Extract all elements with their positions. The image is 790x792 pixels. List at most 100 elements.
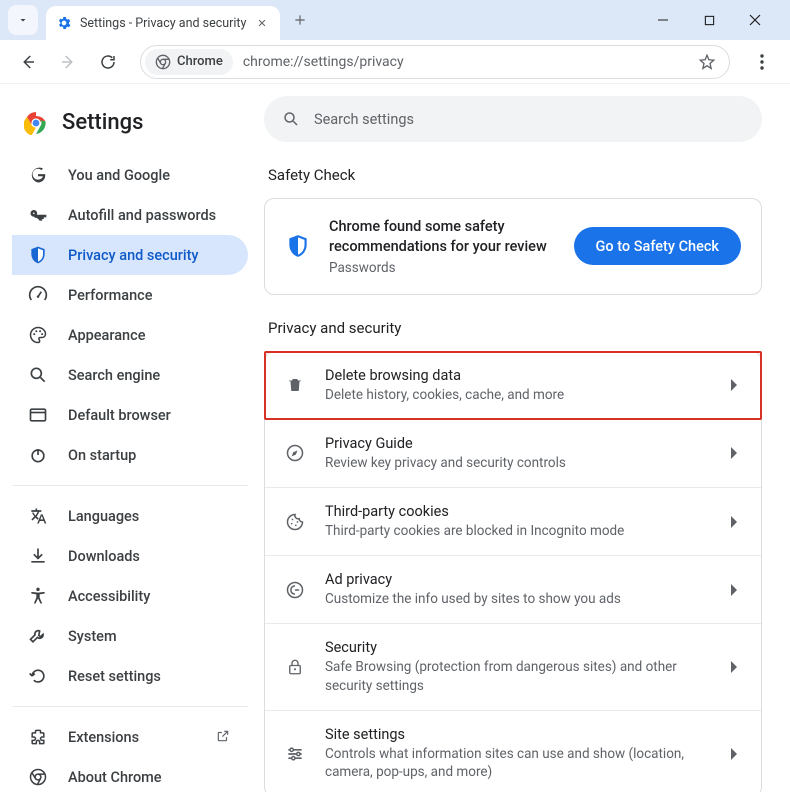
sidebar-item-you-and-google[interactable]: You and Google	[12, 155, 248, 195]
search-input[interactable]	[314, 111, 744, 128]
chrome-logo-icon	[24, 111, 48, 135]
sidebar-item-default-browser[interactable]: Default browser	[12, 395, 248, 435]
lock-icon	[285, 657, 305, 677]
maximize-icon	[704, 15, 715, 26]
setting-sub: Third-party cookies are blocked in Incog…	[325, 522, 709, 540]
sidebar-item-about-chrome[interactable]: About Chrome	[12, 757, 248, 792]
setting-sub: Safe Browsing (protection from dangerous…	[325, 658, 709, 694]
privacy-settings-list: Delete browsing data Delete history, coo…	[264, 351, 762, 792]
sidebar-item-extensions[interactable]: Extensions	[12, 717, 248, 757]
download-icon	[28, 546, 48, 566]
translate-icon	[28, 506, 48, 526]
sidebar-item-autofill[interactable]: Autofill and passwords	[12, 195, 248, 235]
arrow-right-icon	[59, 53, 77, 71]
chevron-down-icon	[17, 14, 29, 26]
chrome-icon	[28, 767, 48, 787]
setting-security[interactable]: Security Safe Browsing (protection from …	[265, 623, 761, 709]
sidebar-item-search-engine[interactable]: Search engine	[12, 355, 248, 395]
sidebar-item-label: Privacy and security	[68, 247, 199, 264]
sidebar-item-label: Performance	[68, 287, 153, 304]
browser-tab[interactable]: Settings - Privacy and security	[46, 6, 280, 40]
reload-icon	[99, 53, 117, 71]
cookie-icon	[285, 512, 305, 532]
tab-search-button[interactable]	[8, 5, 38, 35]
chevron-right-icon	[729, 379, 741, 391]
google-g-icon	[28, 165, 48, 185]
settings-search[interactable]	[264, 96, 762, 142]
chevron-right-icon	[729, 516, 741, 528]
sidebar-item-label: Search engine	[68, 367, 160, 384]
sidebar-item-label: System	[68, 628, 117, 645]
sidebar-item-label: Reset settings	[68, 668, 161, 685]
reload-button[interactable]	[92, 46, 124, 78]
window-controls	[648, 5, 782, 35]
sidebar-item-appearance[interactable]: Appearance	[12, 315, 248, 355]
chrome-chip: Chrome	[145, 49, 233, 75]
url-text: chrome://settings/privacy	[243, 54, 404, 70]
address-bar[interactable]: Chrome chrome://settings/privacy	[140, 45, 730, 79]
sidebar-item-label: Default browser	[68, 407, 171, 424]
safety-check-heading: Safety Check	[268, 166, 774, 184]
palette-icon	[28, 325, 48, 345]
plus-icon	[293, 13, 307, 27]
setting-title: Site settings	[325, 726, 709, 743]
browser-toolbar: Chrome chrome://settings/privacy	[0, 40, 790, 84]
sidebar-item-system[interactable]: System	[12, 616, 248, 656]
go-to-safety-check-button[interactable]: Go to Safety Check	[574, 227, 741, 265]
new-tab-button[interactable]	[286, 6, 314, 34]
star-icon	[698, 53, 716, 71]
sidebar-item-accessibility[interactable]: Accessibility	[12, 576, 248, 616]
close-icon	[257, 18, 267, 28]
sidebar-item-privacy-security[interactable]: Privacy and security	[12, 235, 248, 275]
speedometer-icon	[28, 285, 48, 305]
close-icon	[749, 14, 761, 26]
setting-title: Security	[325, 639, 709, 656]
arrow-left-icon	[19, 53, 37, 71]
setting-title: Third-party cookies	[325, 503, 709, 520]
setting-title: Privacy Guide	[325, 435, 709, 452]
chevron-right-icon	[729, 661, 741, 673]
sidebar-item-downloads[interactable]: Downloads	[12, 536, 248, 576]
sidebar-item-languages[interactable]: Languages	[12, 496, 248, 536]
settings-sidebar: Settings You and Google Autofill and pas…	[0, 84, 248, 792]
bookmark-button[interactable]	[693, 48, 721, 76]
sidebar-header: Settings	[12, 96, 248, 155]
forward-button[interactable]	[52, 46, 84, 78]
search-icon	[28, 365, 48, 385]
sidebar-item-reset[interactable]: Reset settings	[12, 656, 248, 696]
tab-title: Settings - Privacy and security	[80, 16, 246, 31]
sidebar-item-label: Downloads	[68, 548, 140, 565]
accessibility-icon	[28, 586, 48, 606]
kebab-icon	[760, 54, 764, 70]
power-icon	[28, 445, 48, 465]
shield-icon	[285, 233, 311, 259]
back-button[interactable]	[12, 46, 44, 78]
key-icon	[28, 205, 48, 225]
sidebar-item-label: On startup	[68, 447, 136, 464]
minimize-button[interactable]	[648, 5, 678, 35]
sidebar-item-label: Languages	[68, 508, 139, 525]
reset-icon	[28, 666, 48, 686]
browser-menu-button[interactable]	[746, 46, 778, 78]
safety-check-sub: Passwords	[329, 260, 556, 276]
sidebar-item-label: About Chrome	[68, 769, 162, 786]
sidebar-item-label: You and Google	[68, 167, 170, 184]
close-tab-button[interactable]	[254, 15, 270, 31]
sidebar-title: Settings	[62, 110, 143, 135]
sidebar-item-performance[interactable]: Performance	[12, 275, 248, 315]
setting-title: Ad privacy	[325, 571, 709, 588]
maximize-button[interactable]	[694, 5, 724, 35]
setting-delete-browsing-data[interactable]: Delete browsing data Delete history, coo…	[265, 352, 761, 419]
setting-third-party-cookies[interactable]: Third-party cookies Third-party cookies …	[265, 487, 761, 555]
sidebar-item-on-startup[interactable]: On startup	[12, 435, 248, 475]
safety-check-card: Chrome found some safety recommendations…	[264, 198, 762, 295]
external-link-icon	[216, 729, 232, 745]
setting-site-settings[interactable]: Site settings Controls what information …	[265, 710, 761, 792]
sidebar-item-label: Extensions	[68, 729, 139, 746]
setting-ad-privacy[interactable]: Ad privacy Customize the info used by si…	[265, 555, 761, 623]
shield-icon	[28, 245, 48, 265]
setting-sub: Delete history, cookies, cache, and more	[325, 386, 709, 404]
browser-icon	[28, 405, 48, 425]
close-window-button[interactable]	[740, 5, 770, 35]
setting-privacy-guide[interactable]: Privacy Guide Review key privacy and sec…	[265, 419, 761, 487]
